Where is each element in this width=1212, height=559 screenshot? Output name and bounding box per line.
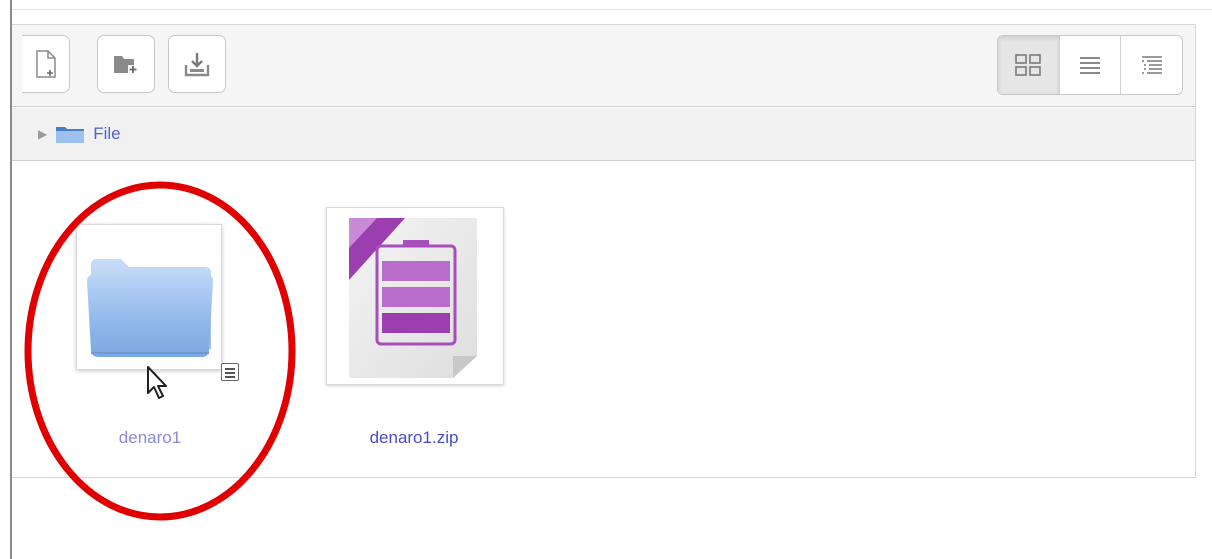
new-file-icon	[35, 50, 56, 78]
grid-view-icon	[1015, 54, 1042, 76]
folder-icon	[56, 127, 85, 143]
download-button[interactable]	[168, 35, 226, 93]
item-label-denaro1-zip[interactable]: denaro1.zip	[314, 428, 514, 448]
window-top-edge	[12, 9, 1212, 10]
folder-thumbnail[interactable]	[76, 224, 222, 370]
breadcrumb: ▶ File	[12, 108, 1195, 161]
folder-item-denaro1[interactable]	[76, 224, 226, 370]
list-view-icon	[1080, 57, 1100, 74]
zip-item-denaro1[interactable]	[326, 207, 504, 385]
new-folder-button[interactable]	[97, 35, 155, 93]
toolbar	[12, 25, 1195, 107]
download-icon	[184, 53, 210, 77]
zip-file-icon	[349, 218, 477, 378]
grid-view-button[interactable]	[998, 36, 1059, 94]
new-folder-icon	[114, 56, 138, 74]
breadcrumb-item-file[interactable]: File	[93, 124, 120, 144]
context-menu-icon[interactable]	[221, 363, 239, 381]
zip-thumbnail[interactable]	[326, 207, 504, 385]
tree-view-button[interactable]	[1120, 36, 1182, 94]
tree-view-icon	[1141, 56, 1162, 74]
expand-arrow-icon[interactable]: ▶	[38, 127, 47, 141]
new-file-button[interactable]	[22, 35, 70, 93]
folder-large-icon	[87, 259, 213, 357]
item-label-denaro1[interactable]: denaro1	[50, 428, 250, 448]
mouse-cursor-icon	[147, 366, 167, 399]
list-view-button[interactable]	[1058, 36, 1121, 94]
view-mode-group	[997, 35, 1183, 95]
